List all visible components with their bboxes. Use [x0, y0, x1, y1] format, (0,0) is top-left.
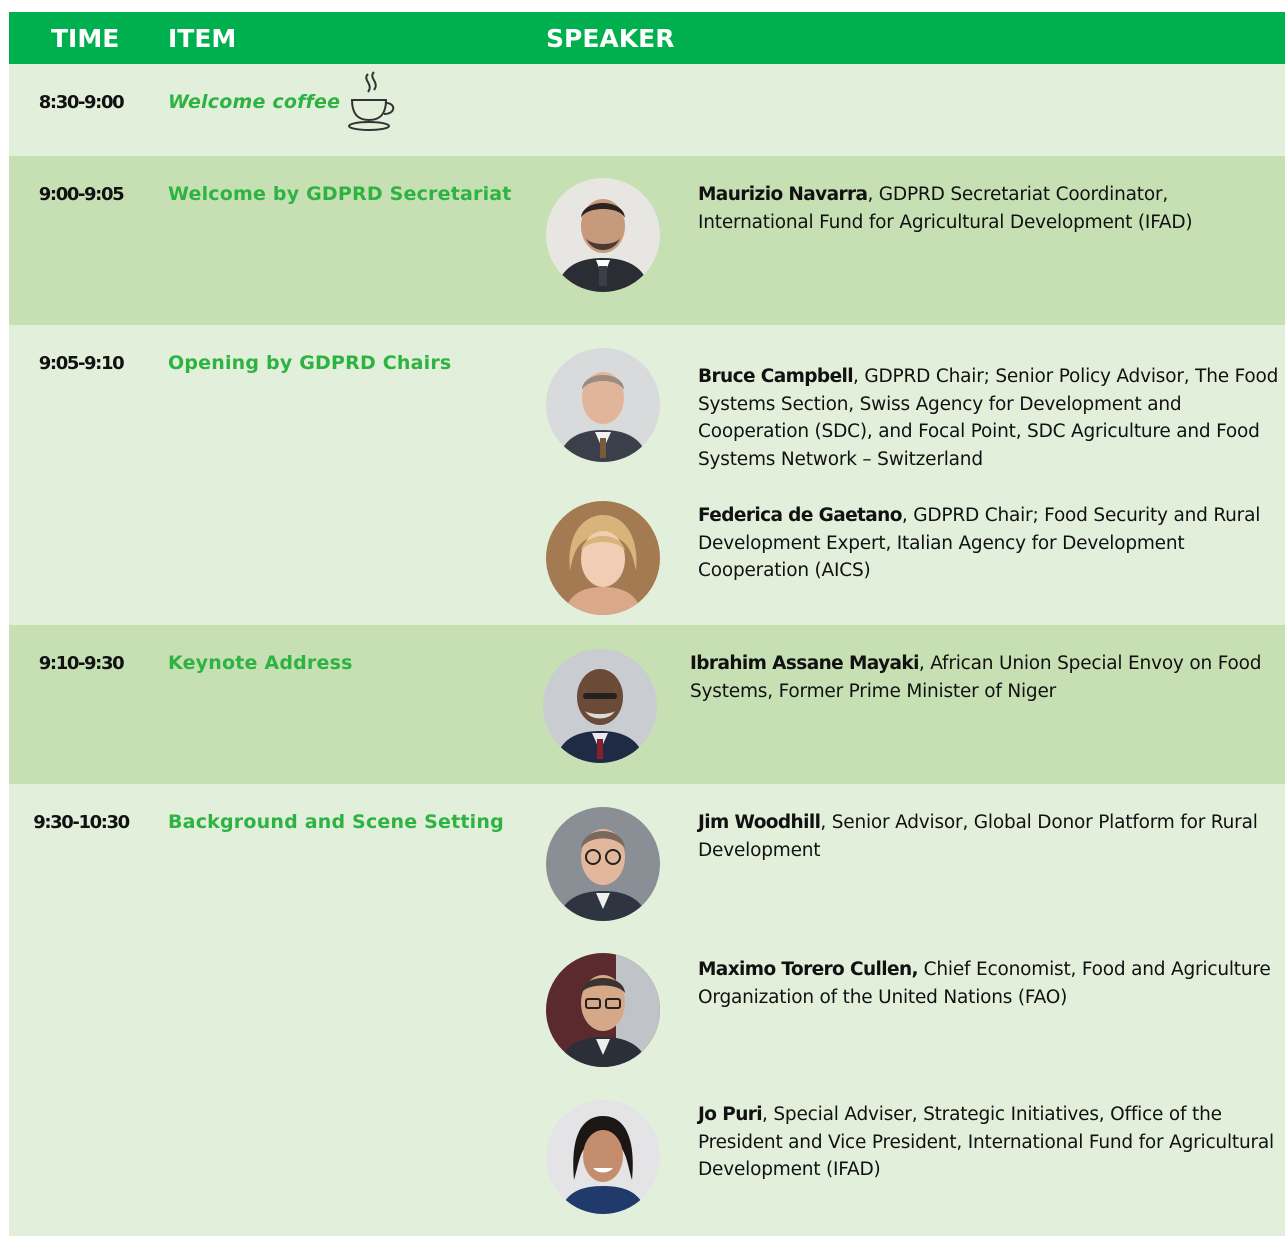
speaker-bio: Jim Woodhill, Senior Advisor, Global Don…: [698, 809, 1283, 864]
table-header: TIME ITEM SPEAKER: [9, 12, 1285, 64]
agenda-row-chairs: 9:05-9:10 Opening by GDPRD Chairs Bruce …: [9, 325, 1285, 625]
speaker-photo: [546, 178, 660, 292]
speaker-name: Ibrahim Assane Mayaki: [690, 653, 919, 674]
row-item: Welcome by GDPRD Secretariat: [168, 183, 512, 205]
coffee-cup-icon: [346, 70, 398, 139]
row-item: Opening by GDPRD Chairs: [168, 352, 452, 374]
speaker-name: Federica de Gaetano: [698, 505, 902, 526]
speaker-bio: Maurizio Navarra, GDPRD Secretariat Coor…: [698, 181, 1283, 236]
agenda-row-secretariat: 9:00-9:05 Welcome by GDPRD Secretariat M…: [9, 156, 1285, 325]
speaker-name: Maximo Torero Cullen,: [698, 959, 919, 980]
agenda-row-keynote: 9:10-9:30 Keynote Address Ibrahim Assane…: [9, 625, 1285, 784]
speaker-name: Maurizio Navarra: [698, 184, 868, 205]
speaker-bio: Maximo Torero Cullen, Chief Economist, F…: [698, 956, 1283, 1011]
header-item: ITEM: [168, 24, 237, 53]
header-time: TIME: [51, 24, 120, 53]
row-time: 8:30-9:00: [38, 92, 125, 113]
header-speaker: SPEAKER: [546, 24, 675, 53]
speaker-bio: Federica de Gaetano, GDPRD Chair; Food S…: [698, 502, 1283, 585]
speaker-photo: [546, 501, 660, 615]
row-time: 9:00-9:05: [38, 184, 125, 205]
speaker-photo: [546, 953, 660, 1067]
row-item: Background and Scene Setting: [168, 811, 504, 833]
speaker-role: , Special Adviser, Strategic Initiatives…: [698, 1104, 1274, 1180]
row-item: Keynote Address: [168, 652, 353, 674]
speaker-name: Jim Woodhill: [698, 812, 821, 833]
speaker-photo: [546, 1100, 660, 1214]
agenda-row-background: 9:30-10:30 Background and Scene Setting …: [9, 784, 1285, 1236]
row-time: 9:10-9:30: [38, 653, 125, 674]
speaker-name: Bruce Campbell: [698, 366, 854, 387]
speaker-photo: [543, 649, 657, 763]
speaker-bio: Bruce Campbell, GDPRD Chair; Senior Poli…: [698, 363, 1283, 473]
speaker-bio: Jo Puri, Special Adviser, Strategic Init…: [698, 1101, 1283, 1184]
speaker-photo: [546, 807, 660, 921]
row-time: 9:05-9:10: [38, 353, 125, 374]
row-item: Welcome coffee: [168, 91, 341, 113]
row-time: 9:30-10:30: [33, 812, 130, 833]
speaker-name: Jo Puri: [698, 1104, 763, 1125]
speaker-bio: Ibrahim Assane Mayaki, African Union Spe…: [690, 650, 1275, 705]
agenda-row-welcome-coffee: 8:30-9:00 Welcome coffee: [9, 64, 1285, 156]
agenda-table: TIME ITEM SPEAKER 8:30-9:00 Welcome coff…: [9, 12, 1285, 1236]
speaker-photo: [546, 348, 660, 462]
